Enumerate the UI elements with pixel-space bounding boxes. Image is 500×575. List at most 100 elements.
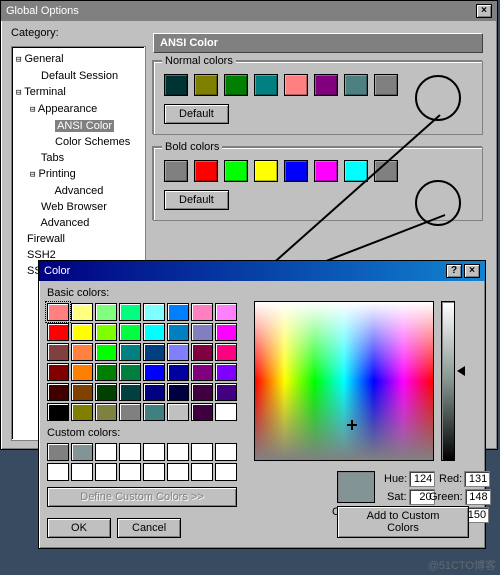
color-swatch[interactable] xyxy=(344,74,368,96)
custom-color-swatch[interactable] xyxy=(191,463,213,481)
basic-color-swatch[interactable] xyxy=(95,303,117,321)
red-input[interactable] xyxy=(464,471,490,487)
custom-color-swatch[interactable] xyxy=(119,443,141,461)
basic-color-swatch[interactable] xyxy=(191,343,213,361)
basic-color-swatch[interactable] xyxy=(119,383,141,401)
basic-color-swatch[interactable] xyxy=(47,323,69,341)
custom-color-swatch[interactable] xyxy=(143,443,165,461)
color-swatch[interactable] xyxy=(314,74,338,96)
basic-color-swatch[interactable] xyxy=(191,303,213,321)
basic-color-swatch[interactable] xyxy=(47,343,69,361)
color-swatch[interactable] xyxy=(374,160,398,182)
basic-color-swatch[interactable] xyxy=(167,303,189,321)
cancel-button[interactable]: Cancel xyxy=(117,518,181,538)
basic-color-swatch[interactable] xyxy=(71,323,93,341)
basic-color-swatch[interactable] xyxy=(143,363,165,381)
basic-color-swatch[interactable] xyxy=(119,323,141,341)
ok-button[interactable]: OK xyxy=(47,518,111,538)
color-swatch[interactable] xyxy=(224,160,248,182)
custom-color-swatch[interactable] xyxy=(191,443,213,461)
luminosity-arrow-icon[interactable] xyxy=(457,366,465,376)
basic-color-swatch[interactable] xyxy=(119,403,141,421)
close-icon[interactable]: × xyxy=(476,4,492,18)
basic-color-swatch[interactable] xyxy=(71,363,93,381)
bold-default-button[interactable]: Default xyxy=(164,190,229,210)
basic-color-swatch[interactable] xyxy=(191,383,213,401)
basic-color-swatch[interactable] xyxy=(47,383,69,401)
help-icon[interactable]: ? xyxy=(446,264,462,278)
color-swatch[interactable] xyxy=(164,74,188,96)
basic-color-swatch[interactable] xyxy=(143,383,165,401)
custom-color-swatch[interactable] xyxy=(215,443,237,461)
basic-color-swatch[interactable] xyxy=(95,323,117,341)
tree-item[interactable]: Default Session xyxy=(14,68,143,84)
color-swatch[interactable] xyxy=(344,160,368,182)
basic-color-swatch[interactable] xyxy=(191,403,213,421)
basic-color-swatch[interactable] xyxy=(143,303,165,321)
tree-item[interactable]: Web Browser xyxy=(14,199,143,215)
color-spectrum[interactable] xyxy=(254,301,434,461)
basic-color-swatch[interactable] xyxy=(215,403,237,421)
color-swatch[interactable] xyxy=(164,160,188,182)
hue-input[interactable] xyxy=(409,471,435,487)
tree-item[interactable]: Color Schemes xyxy=(14,134,143,150)
basic-color-swatch[interactable] xyxy=(71,383,93,401)
color-swatch[interactable] xyxy=(314,160,338,182)
basic-color-swatch[interactable] xyxy=(167,323,189,341)
basic-color-swatch[interactable] xyxy=(119,303,141,321)
basic-color-swatch[interactable] xyxy=(71,403,93,421)
custom-color-swatch[interactable] xyxy=(47,463,69,481)
basic-color-swatch[interactable] xyxy=(95,383,117,401)
custom-color-swatch[interactable] xyxy=(95,463,117,481)
basic-color-swatch[interactable] xyxy=(215,383,237,401)
green-input[interactable] xyxy=(465,489,491,505)
basic-color-swatch[interactable] xyxy=(143,403,165,421)
basic-color-swatch[interactable] xyxy=(143,343,165,361)
tree-item[interactable]: ⊟ Terminal xyxy=(14,84,143,101)
normal-default-button[interactable]: Default xyxy=(164,104,229,124)
custom-color-swatch[interactable] xyxy=(167,463,189,481)
tree-item[interactable]: ⊟ General xyxy=(14,51,143,68)
tree-item[interactable]: Tabs xyxy=(14,150,143,166)
close-icon[interactable]: × xyxy=(464,264,480,278)
basic-color-swatch[interactable] xyxy=(119,343,141,361)
basic-color-swatch[interactable] xyxy=(47,303,69,321)
basic-color-swatch[interactable] xyxy=(167,343,189,361)
basic-color-swatch[interactable] xyxy=(215,363,237,381)
add-custom-button[interactable]: Add to Custom Colors xyxy=(337,506,469,538)
tree-item[interactable]: Advanced xyxy=(14,215,143,231)
color-swatch[interactable] xyxy=(374,74,398,96)
custom-color-swatch[interactable] xyxy=(71,443,93,461)
basic-color-swatch[interactable] xyxy=(215,323,237,341)
basic-color-swatch[interactable] xyxy=(143,323,165,341)
color-swatch[interactable] xyxy=(254,160,278,182)
basic-color-swatch[interactable] xyxy=(191,323,213,341)
custom-color-swatch[interactable] xyxy=(215,463,237,481)
custom-color-swatch[interactable] xyxy=(95,443,117,461)
tree-item[interactable]: Advanced xyxy=(14,183,143,199)
tree-item[interactable]: ⊟ Appearance xyxy=(14,101,143,118)
custom-color-swatch[interactable] xyxy=(71,463,93,481)
color-swatch[interactable] xyxy=(194,74,218,96)
custom-color-swatch[interactable] xyxy=(119,463,141,481)
basic-color-swatch[interactable] xyxy=(215,303,237,321)
tree-item[interactable]: Firewall xyxy=(14,231,143,247)
basic-color-swatch[interactable] xyxy=(47,363,69,381)
custom-color-swatch[interactable] xyxy=(167,443,189,461)
basic-color-swatch[interactable] xyxy=(71,343,93,361)
basic-color-swatch[interactable] xyxy=(95,343,117,361)
tree-item[interactable]: ⊟ Printing xyxy=(14,166,143,183)
color-swatch[interactable] xyxy=(194,160,218,182)
color-swatch[interactable] xyxy=(284,74,308,96)
tree-item[interactable]: ANSI Color xyxy=(14,118,143,134)
basic-color-swatch[interactable] xyxy=(47,403,69,421)
color-swatch[interactable] xyxy=(254,74,278,96)
basic-color-swatch[interactable] xyxy=(95,363,117,381)
custom-color-swatch[interactable] xyxy=(143,463,165,481)
basic-color-swatch[interactable] xyxy=(71,303,93,321)
basic-color-swatch[interactable] xyxy=(215,343,237,361)
basic-color-swatch[interactable] xyxy=(167,383,189,401)
basic-color-swatch[interactable] xyxy=(167,363,189,381)
basic-color-swatch[interactable] xyxy=(167,403,189,421)
color-swatch[interactable] xyxy=(224,74,248,96)
